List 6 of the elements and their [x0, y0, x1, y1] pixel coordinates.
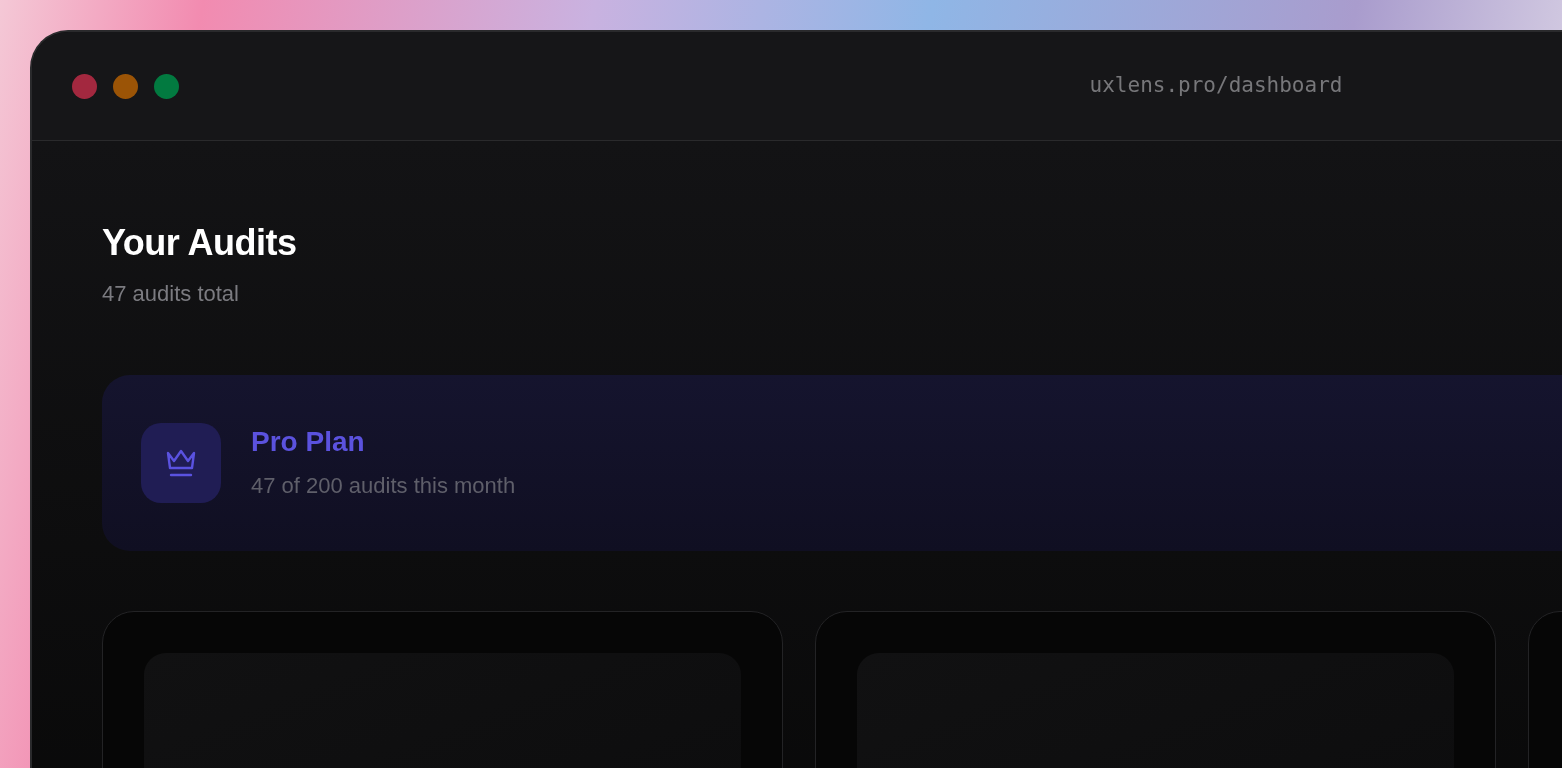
address-url[interactable]: uxlens.pro/dashboard — [1089, 70, 1343, 102]
plan-usage: 47 of 200 audits this month — [251, 471, 516, 500]
audit-count: 47 audits total — [102, 280, 240, 308]
plan-name: Pro Plan — [251, 424, 366, 459]
crown-icon — [165, 448, 197, 478]
page-title: Your Audits — [102, 221, 298, 265]
